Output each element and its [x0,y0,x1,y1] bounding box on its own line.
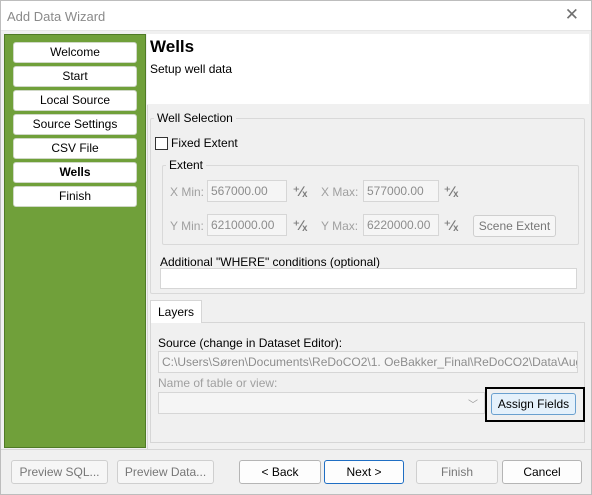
xmax-field[interactable]: 577000.00 [363,180,439,202]
xmin-field[interactable]: 567000.00 [207,180,287,202]
add-data-wizard-window: Add Data Wizard ✕ Welcome Start Local So… [0,0,592,495]
assign-fields-button[interactable]: Assign Fields [491,393,576,415]
ymin-label: Y Min: [170,219,204,233]
preview-data-button[interactable]: Preview Data... [117,460,214,484]
ymin-calculator-icon[interactable]: ⁺∕ₓ [291,216,309,234]
xmin-calculator-icon[interactable]: ⁺∕ₓ [291,182,309,200]
xmin-label: X Min: [170,185,205,199]
nav-step-source-settings[interactable]: Source Settings [13,114,137,135]
step-title: Wells [150,37,195,56]
ymax-field[interactable]: 6220000.00 [363,214,439,236]
table-name-dropdown[interactable]: ﹀ [158,392,485,414]
tab-layers[interactable]: Layers [150,300,202,323]
back-button[interactable]: < Back [239,460,321,484]
where-conditions-input[interactable] [160,268,577,289]
table-name-label: Name of table or view: [158,376,278,390]
fixed-extent-label: Fixed Extent [171,136,238,150]
nav-step-wells[interactable]: Wells [13,162,137,183]
step-subtitle: Setup well data [150,62,233,76]
scene-extent-button[interactable]: Scene Extent [473,215,556,237]
finish-button[interactable]: Finish [416,460,498,484]
step-header: Wells Setup well data [147,34,589,104]
chevron-down-icon[interactable]: ﹀ [468,396,478,413]
wizard-step-nav: Welcome Start Local Source Source Settin… [4,34,146,448]
back-button-label: < Back [261,465,299,479]
cancel-button[interactable]: Cancel [502,460,582,484]
well-selection-legend: Well Selection [154,111,236,125]
close-icon[interactable]: ✕ [565,5,579,25]
xmax-calculator-icon[interactable]: ⁺∕ₓ [442,182,460,200]
preview-sql-button[interactable]: Preview SQL... [11,460,108,484]
xmax-label: X Max: [321,185,359,199]
where-conditions-label: Additional "WHERE" conditions (optional) [160,255,380,269]
source-path-field[interactable]: C:\Users\Søren\Documents\ReDoCO2\1. OeBa… [158,351,578,373]
source-label: Source (change in Dataset Editor): [158,336,343,350]
ymax-label: Y Max: [321,219,359,233]
nav-step-finish[interactable]: Finish [13,186,137,207]
next-button-label: Next > [346,465,382,479]
window-title: Add Data Wizard [7,9,106,24]
nav-step-local-source[interactable]: Local Source [13,90,137,111]
ymin-field[interactable]: 6210000.00 [207,214,287,236]
extent-legend: Extent [166,158,207,172]
nav-step-start[interactable]: Start [13,66,137,87]
next-button[interactable]: Next > [324,460,404,484]
nav-step-csv-file[interactable]: CSV File [13,138,137,159]
fixed-extent-checkbox[interactable] [155,137,168,150]
ymax-calculator-icon[interactable]: ⁺∕ₓ [442,216,460,234]
nav-step-welcome[interactable]: Welcome [13,42,137,63]
title-bar: Add Data Wizard ✕ [1,1,591,31]
footer-divider [1,449,591,450]
